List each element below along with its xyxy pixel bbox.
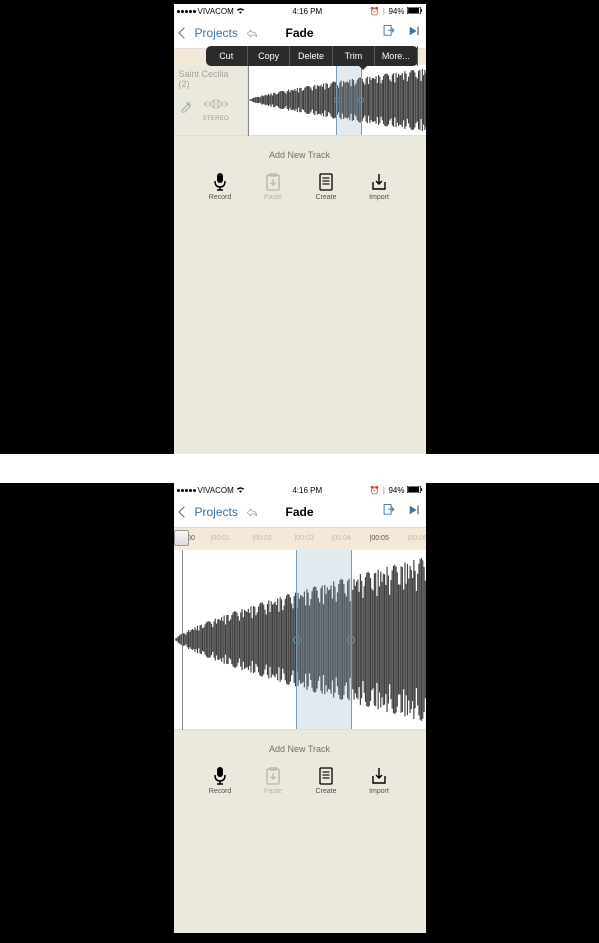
import-icon — [371, 174, 387, 190]
playhead-line — [182, 550, 183, 730]
waveform-area[interactable] — [248, 65, 426, 135]
bluetooth-icon: ᛒ — [382, 486, 387, 495]
timeline-ruler[interactable]: |00:00 |00:01 |00:02 |00:03 |00:04 |00:0… — [174, 528, 426, 550]
undo-button[interactable] — [245, 506, 259, 518]
back-button[interactable]: Projects — [195, 505, 238, 519]
phone-screenshot-1: VIVACOM 4:16 PM ⏰ ᛒ 94% Projects Fade — [174, 4, 426, 454]
action-label: Import — [369, 194, 389, 201]
battery-icon — [407, 7, 423, 16]
selection-handle-left[interactable] — [293, 636, 301, 644]
bluetooth-icon: ᛒ — [382, 7, 387, 16]
add-track-section: Add New Track Record Paste Create — [174, 136, 426, 209]
selection-handle-right[interactable] — [358, 97, 364, 103]
action-paste: Paste — [258, 768, 288, 795]
time-tick: |00:06 — [408, 535, 426, 542]
selection-region[interactable] — [296, 550, 352, 729]
back-chevron-icon[interactable] — [178, 27, 189, 38]
track-name: Saint Cecilia (2) — [179, 69, 242, 89]
mic-icon — [212, 768, 228, 784]
signal-icon — [177, 10, 196, 13]
add-track-section: Add New Track Record Paste Create — [174, 730, 426, 803]
track-info-panel: Saint Cecilia (2) STEREO — [174, 65, 248, 135]
play-button[interactable] — [408, 24, 420, 42]
ctx-cut[interactable]: Cut — [206, 46, 248, 66]
nav-bar: Projects Fade — [174, 497, 426, 528]
export-button[interactable] — [382, 503, 396, 522]
action-record[interactable]: Record — [205, 768, 235, 795]
ctx-trim[interactable]: Trim — [333, 46, 375, 66]
wrench-icon[interactable] — [179, 100, 193, 119]
back-chevron-icon[interactable] — [178, 506, 189, 517]
action-label: Paste — [264, 788, 282, 795]
selection-handle-left[interactable] — [334, 97, 340, 103]
waveform-area-large[interactable] — [174, 550, 426, 730]
status-time: 4:16 PM — [292, 486, 322, 495]
battery-percent: 94% — [388, 486, 404, 495]
action-record[interactable]: Record — [205, 174, 235, 201]
time-tick: |00:03 — [295, 535, 314, 542]
status-time: 4:16 PM — [292, 7, 322, 16]
selection-handle-right[interactable] — [347, 636, 355, 644]
paste-icon — [265, 768, 281, 784]
play-button[interactable] — [408, 503, 420, 521]
ctx-more[interactable]: More... — [375, 46, 417, 66]
undo-button[interactable] — [245, 27, 259, 39]
create-icon — [318, 174, 334, 190]
track-row: Saint Cecilia (2) STEREO — [174, 65, 426, 136]
speaker-icon[interactable] — [204, 97, 228, 115]
action-label: Import — [369, 788, 389, 795]
mic-icon — [212, 174, 228, 190]
wifi-icon — [236, 486, 245, 495]
action-label: Create — [315, 194, 336, 201]
add-track-title: Add New Track — [174, 744, 426, 754]
status-bar: VIVACOM 4:16 PM ⏰ ᛒ 94% — [174, 4, 426, 18]
back-button[interactable]: Projects — [195, 26, 238, 40]
action-label: Record — [209, 194, 232, 201]
battery-percent: 94% — [388, 7, 404, 16]
add-track-title: Add New Track — [174, 150, 426, 160]
signal-icon — [177, 489, 196, 492]
action-import[interactable]: Import — [364, 174, 394, 201]
action-create[interactable]: Create — [311, 768, 341, 795]
export-button[interactable] — [382, 24, 396, 43]
time-tick: |00:05 — [370, 535, 389, 542]
playhead-handle[interactable] — [174, 530, 189, 546]
wifi-icon — [236, 7, 245, 16]
alarm-icon: ⏰ — [370, 7, 380, 16]
action-label: Record — [209, 788, 232, 795]
playhead-line — [248, 65, 249, 136]
action-label: Paste — [264, 194, 282, 201]
channels-label: STEREO — [203, 116, 229, 122]
action-import[interactable]: Import — [364, 768, 394, 795]
time-tick: |00:01 — [211, 535, 230, 542]
create-icon — [318, 768, 334, 784]
carrier-label: VIVACOM — [198, 486, 234, 495]
selection-region[interactable] — [336, 65, 362, 135]
action-label: Create — [315, 788, 336, 795]
battery-icon — [407, 486, 423, 495]
context-menu: Cut Copy Delete Trim More... — [206, 46, 418, 66]
action-create[interactable]: Create — [311, 174, 341, 201]
time-tick: |00:04 — [332, 535, 351, 542]
ctx-delete[interactable]: Delete — [290, 46, 332, 66]
alarm-icon: ⏰ — [370, 486, 380, 495]
carrier-label: VIVACOM — [198, 7, 234, 16]
nav-bar: Projects Fade — [174, 18, 426, 49]
paste-icon — [265, 174, 281, 190]
import-icon — [371, 768, 387, 784]
time-tick: |00:02 — [253, 535, 272, 542]
action-paste: Paste — [258, 174, 288, 201]
phone-screenshot-2: VIVACOM 4:16 PM ⏰ ᛒ 94% Projects Fade — [174, 483, 426, 933]
ctx-copy[interactable]: Copy — [248, 46, 290, 66]
status-bar: VIVACOM 4:16 PM ⏰ ᛒ 94% — [174, 483, 426, 497]
